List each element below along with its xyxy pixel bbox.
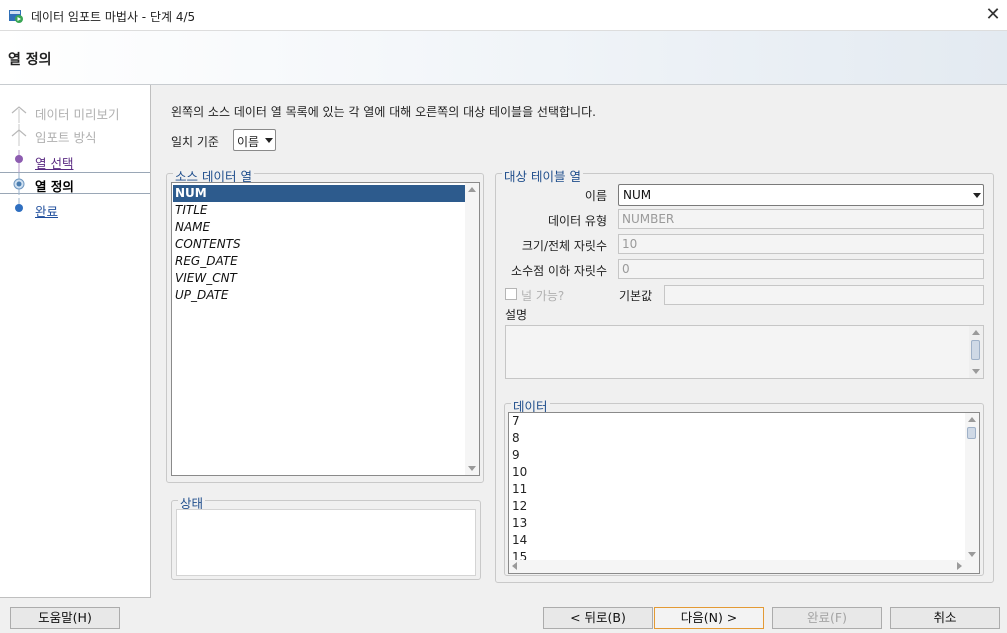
list-item: 7 (512, 414, 520, 428)
step-column-select[interactable]: 열 선택 (0, 150, 150, 172)
list-item[interactable]: CONTENTS (173, 236, 466, 253)
data-type-label: 데이터 유형 (547, 214, 607, 228)
scroll-thumb[interactable] (967, 427, 976, 439)
step-navigator: 데이터 미리보기 임포트 방식 열 선택 열 정의 완료 (0, 85, 151, 598)
step-label: 열 선택 (35, 156, 74, 171)
scroll-left-icon[interactable] (512, 562, 517, 570)
description-scrollbar[interactable] (969, 326, 983, 378)
window-title: 데이터 임포트 마법사 - 단계 4/5 (31, 10, 196, 24)
scale-field: 0 (618, 259, 984, 279)
size-label: 크기/전체 자릿수 (521, 239, 607, 253)
step-label: 완료 (35, 204, 59, 219)
chevron-down-icon (265, 138, 273, 143)
data-type-field: NUMBER (618, 209, 984, 229)
description-label: 설명 (505, 308, 528, 322)
step-data-preview: 데이터 미리보기 (0, 101, 150, 123)
back-button[interactable]: < 뒤로(B) (543, 607, 653, 629)
list-item[interactable]: TITLE (173, 202, 466, 219)
list-item: 9 (512, 448, 520, 462)
help-button[interactable]: 도움말(H) (10, 607, 120, 629)
name-label: 이름 (584, 189, 607, 203)
list-item: 10 (512, 465, 528, 479)
nullable-label: 널 가능? (521, 289, 565, 303)
data-preview-list[interactable]: 7 8 9 10 11 12 13 14 15 (508, 412, 980, 574)
scroll-up-icon[interactable] (468, 187, 476, 192)
step-import-method: 임포트 방식 (0, 124, 150, 146)
step-label: 데이터 미리보기 (35, 107, 120, 122)
cancel-button[interactable]: 취소 (890, 607, 1000, 629)
close-icon[interactable]: ✕ (982, 5, 1004, 27)
instruction-text: 왼쪽의 소스 데이터 열 목록에 있는 각 열에 대해 오른쪽의 대상 테이블을… (171, 105, 596, 119)
step-label: 임포트 방식 (35, 130, 97, 145)
list-item: 13 (512, 516, 528, 530)
list-item[interactable]: REG_DATE (173, 253, 466, 270)
list-item: 14 (512, 533, 528, 547)
list-item: 8 (512, 431, 520, 445)
step-done-icon (11, 124, 27, 146)
step-done-icon (11, 106, 27, 123)
default-label: 기본값 (619, 289, 653, 303)
description-area (505, 325, 984, 379)
target-name-value: NUM (623, 188, 652, 202)
scroll-up-icon[interactable] (972, 330, 980, 335)
status-area (176, 509, 476, 576)
finish-button[interactable]: 완료(F) (772, 607, 882, 629)
list-item: 12 (512, 499, 528, 513)
title-bar: 데이터 임포트 마법사 - 단계 4/5 ✕ (0, 0, 1007, 31)
list-item: 11 (512, 482, 528, 496)
step-visited-icon (15, 150, 23, 172)
step-current-icon (13, 173, 25, 195)
target-name-select[interactable]: NUM (618, 184, 984, 206)
step-label: 열 정의 (35, 179, 74, 194)
scroll-down-icon[interactable] (468, 466, 476, 471)
step-column-define: 열 정의 (0, 172, 150, 195)
scroll-down-icon[interactable] (972, 369, 980, 374)
match-value: 이름 (237, 135, 260, 149)
data-horizontal-scrollbar[interactable] (509, 560, 979, 573)
scroll-down-icon[interactable] (968, 552, 976, 557)
wizard-header: 열 정의 (0, 31, 1007, 85)
match-label: 일치 기준 (171, 135, 219, 149)
list-item[interactable]: NAME (173, 219, 466, 236)
list-item[interactable]: NUM (173, 185, 466, 202)
data-vertical-scrollbar[interactable] (965, 413, 979, 561)
size-field: 10 (618, 234, 984, 254)
nullable-checkbox[interactable] (505, 288, 517, 300)
default-field (664, 285, 984, 305)
target-legend: 대상 테이블 열 (502, 166, 583, 185)
list-item[interactable]: VIEW_CNT (173, 270, 466, 287)
chevron-down-icon (973, 193, 981, 198)
scroll-right-icon[interactable] (957, 562, 962, 570)
step-next-icon (15, 198, 23, 212)
page-title: 열 정의 (8, 52, 52, 68)
scroll-thumb[interactable] (971, 340, 980, 360)
scroll-up-icon[interactable] (968, 417, 976, 422)
source-column-list[interactable]: NUM TITLE NAME CONTENTS REG_DATE VIEW_CN… (171, 182, 480, 476)
app-icon (9, 10, 23, 23)
match-select[interactable]: 이름 (233, 129, 276, 151)
scale-label: 소수점 이하 자릿수 (511, 264, 607, 278)
step-finish[interactable]: 완료 (0, 198, 150, 220)
list-item[interactable]: UP_DATE (173, 287, 466, 304)
next-button[interactable]: 다음(N) > (654, 607, 764, 629)
